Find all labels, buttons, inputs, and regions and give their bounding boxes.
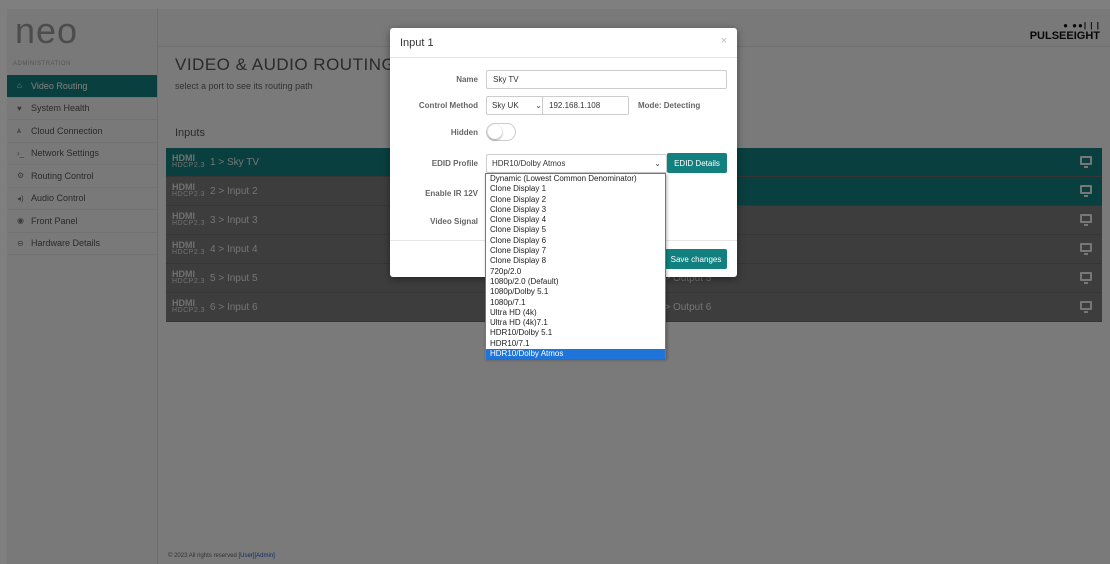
control-method-select[interactable]: Sky UK ⌄ xyxy=(486,96,548,115)
hidden-toggle[interactable] xyxy=(486,123,516,141)
dropdown-option[interactable]: HDR10/7.1 xyxy=(486,339,665,349)
toggle-knob xyxy=(488,125,502,139)
dropdown-option[interactable]: Clone Display 8 xyxy=(486,256,665,266)
save-changes-button[interactable]: Save changes xyxy=(665,249,727,269)
control-method-label: Control Method xyxy=(418,101,478,110)
name-label: Name xyxy=(456,75,478,84)
edid-profile-label: EDID Profile xyxy=(431,158,478,168)
dropdown-option[interactable]: Clone Display 4 xyxy=(486,215,665,225)
dropdown-option[interactable]: Ultra HD (4k) xyxy=(486,308,665,318)
chevron-down-icon: ⌄ xyxy=(654,158,661,168)
dropdown-option[interactable]: Clone Display 3 xyxy=(486,205,665,215)
hidden-label: Hidden xyxy=(450,127,478,137)
modal-header: Input 1 × xyxy=(390,28,737,58)
control-method-row: Control Method Sky UK ⌄ 192.168.1.108 Mo… xyxy=(390,96,737,115)
dropdown-option[interactable]: Clone Display 5 xyxy=(486,225,665,235)
dropdown-option[interactable]: Clone Display 2 xyxy=(486,195,665,205)
edid-profile-dropdown-list[interactable]: Dynamic (Lowest Common Denominator) Clone… xyxy=(485,173,666,360)
name-row: Name Sky TV xyxy=(390,70,737,89)
dropdown-option[interactable]: HDR10/Dolby Atmos xyxy=(486,349,665,360)
dropdown-option[interactable]: 720p/2.0 xyxy=(486,267,665,277)
name-input[interactable]: Sky TV xyxy=(486,70,727,89)
ip-address-input[interactable]: 192.168.1.108 xyxy=(542,96,629,115)
video-signal-label: Video Signal xyxy=(430,216,478,226)
chevron-down-icon: ⌄ xyxy=(535,101,542,110)
edid-profile-row: EDID Profile HDR10/Dolby Atmos ⌄ EDID De… xyxy=(390,153,737,173)
dropdown-option[interactable]: Ultra HD (4k)7.1 xyxy=(486,318,665,328)
dropdown-option[interactable]: HDR10/Dolby 5.1 xyxy=(486,328,665,338)
enable-ir-label: Enable IR 12V xyxy=(425,188,478,198)
dropdown-option[interactable]: Dynamic (Lowest Common Denominator) xyxy=(486,174,665,184)
dropdown-option[interactable]: 1080p/Dolby 5.1 xyxy=(486,287,665,297)
dropdown-option[interactable]: 1080p/7.1 xyxy=(486,298,665,308)
edid-profile-select[interactable]: HDR10/Dolby Atmos ⌄ xyxy=(486,153,667,173)
dropdown-option[interactable]: Clone Display 7 xyxy=(486,246,665,256)
modal-title: Input 1 xyxy=(400,36,434,49)
dropdown-option[interactable]: Clone Display 6 xyxy=(486,236,665,246)
dropdown-option[interactable]: 1080p/2.0 (Default) xyxy=(486,277,665,287)
hidden-row: Hidden xyxy=(390,123,737,141)
close-icon[interactable]: × xyxy=(721,35,727,47)
edid-details-button[interactable]: EDID Details xyxy=(667,153,727,173)
dropdown-option[interactable]: Clone Display 1 xyxy=(486,184,665,194)
mode-status: Mode: Detecting xyxy=(638,101,701,110)
